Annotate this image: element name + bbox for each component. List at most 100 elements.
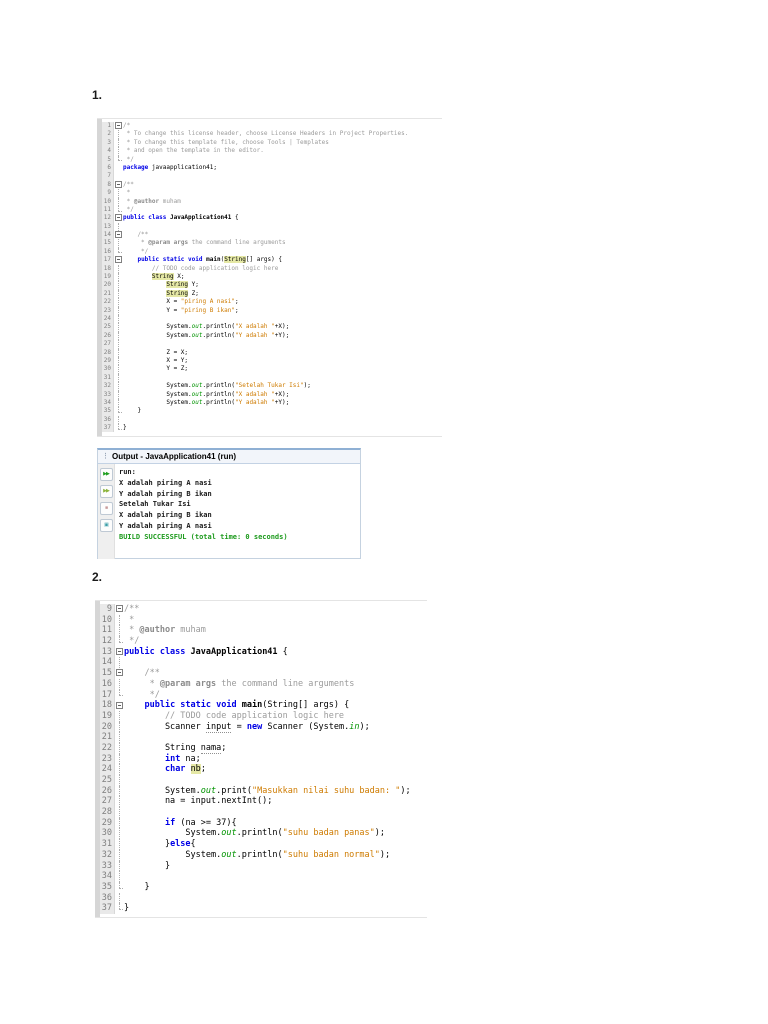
code-line: 9 *	[97, 189, 442, 197]
code-fold-toggle-icon[interactable]	[114, 214, 123, 222]
line-number: 33	[102, 391, 114, 399]
stop-button[interactable]: ■	[100, 502, 113, 515]
line-number: 21	[102, 290, 114, 298]
code-line: 21	[95, 732, 427, 743]
fold-guide	[115, 818, 124, 829]
code-text: /**	[124, 668, 160, 679]
code-fold-toggle-icon[interactable]	[115, 647, 124, 658]
fold-guide	[115, 690, 124, 701]
code-fold-toggle-icon[interactable]	[114, 256, 123, 264]
fold-guide	[115, 775, 124, 786]
code-text: System.out.println("X adalah "+X);	[123, 323, 289, 331]
output-panel-title: Output - JavaApplication41 (run)	[112, 452, 236, 461]
line-number: 2	[102, 130, 114, 138]
fold-guide	[114, 399, 123, 407]
line-number: 23	[100, 754, 115, 765]
code-text: public static void main(String[] args) {	[124, 700, 349, 711]
code-text: *	[123, 189, 130, 197]
code-text: Scanner input = new Scanner (System.in);	[124, 722, 370, 733]
code-line: 13public class JavaApplication41 {	[95, 647, 427, 658]
fold-guide	[115, 743, 124, 754]
code-text: * To change this license header, choose …	[123, 130, 408, 138]
code-line: 28 Z = X;	[97, 349, 442, 357]
fold-guide	[114, 198, 123, 206]
code-text: }	[124, 882, 150, 893]
line-number: 14	[100, 657, 115, 668]
line-number: 5	[102, 156, 114, 164]
line-number: 24	[102, 315, 114, 323]
fold-guide	[115, 732, 124, 743]
code-editor-2[interactable]: 9/**10 *11 * @author muham12 */13public …	[95, 600, 427, 918]
code-line: 29 if (na >= 37){	[95, 818, 427, 829]
line-number: 35	[102, 407, 114, 415]
code-text: */	[123, 156, 134, 164]
code-text: public class JavaApplication41 {	[123, 214, 239, 222]
code-line: 8/**	[97, 181, 442, 189]
line-number: 7	[102, 172, 114, 180]
fold-guide	[115, 764, 124, 775]
fold-guide	[115, 828, 124, 839]
code-fold-toggle-icon[interactable]	[114, 231, 123, 239]
code-text: String Z;	[123, 290, 199, 298]
clear-output-button[interactable]: ▣	[100, 519, 113, 532]
code-fold-toggle-icon[interactable]	[114, 122, 123, 130]
code-text: }else{	[124, 839, 196, 850]
line-number: 32	[102, 382, 114, 390]
code-line: 15 /**	[95, 668, 427, 679]
output-line: Y adalah piring A nasi	[119, 521, 356, 532]
line-number: 31	[102, 374, 114, 382]
line-number: 30	[102, 365, 114, 373]
line-number: 1	[102, 122, 114, 130]
code-editor-1[interactable]: 1/*2 * To change this license header, ch…	[97, 118, 442, 437]
code-line: 34	[95, 871, 427, 882]
output-console[interactable]: run:X adalah piring A nasiY adalah pirin…	[115, 464, 360, 559]
code-line: 27	[97, 340, 442, 348]
fold-guide	[115, 882, 124, 893]
code-line: 35 }	[95, 882, 427, 893]
line-number: 10	[102, 198, 114, 206]
line-number: 29	[100, 818, 115, 829]
code-line: 2 * To change this license header, choos…	[97, 130, 442, 138]
code-line: 31 }else{	[95, 839, 427, 850]
code-text: System.out.println("suhu badan normal");	[124, 850, 390, 861]
fold-guide	[114, 332, 123, 340]
fold-guide	[114, 164, 123, 172]
code-text: * @author muham	[124, 625, 206, 636]
rerun-with-params-button[interactable]: ▶▶	[100, 485, 113, 498]
fold-guide	[115, 615, 124, 626]
line-number: 20	[102, 281, 114, 289]
editor-2-code-area[interactable]: 9/**10 *11 * @author muham12 */13public …	[95, 601, 427, 914]
code-line: 35 }	[97, 407, 442, 415]
code-line: 25	[95, 775, 427, 786]
code-fold-toggle-icon[interactable]	[115, 604, 124, 615]
line-number: 20	[100, 722, 115, 733]
code-text: }	[123, 407, 141, 415]
code-fold-toggle-icon[interactable]	[114, 181, 123, 189]
fold-guide	[114, 349, 123, 357]
code-text: */	[124, 636, 139, 647]
fold-guide	[115, 807, 124, 818]
code-line: 32 System.out.println("suhu badan normal…	[95, 850, 427, 861]
code-fold-toggle-icon[interactable]	[115, 668, 124, 679]
code-line: 11 * @author muham	[95, 625, 427, 636]
line-number: 29	[102, 357, 114, 365]
code-line: 14 /**	[97, 231, 442, 239]
code-line: 27 na = input.nextInt();	[95, 796, 427, 807]
code-text: na = input.nextInt();	[124, 796, 272, 807]
rerun-button[interactable]: ▶▶	[100, 468, 113, 481]
code-line: 23 int na;	[95, 754, 427, 765]
output-toolbar: ▶▶ ▶▶ ■ ▣	[98, 464, 115, 559]
fold-guide	[114, 156, 123, 164]
output-panel: ⋮ Output - JavaApplication41 (run) ▶▶▶▶■…	[97, 448, 361, 559]
code-line: 13	[97, 223, 442, 231]
fold-guide	[115, 796, 124, 807]
line-number: 27	[102, 340, 114, 348]
editor-1-code-area[interactable]: 1/*2 * To change this license header, ch…	[97, 119, 442, 432]
fold-guide	[114, 139, 123, 147]
line-number: 24	[100, 764, 115, 775]
code-line: 30 Y = Z;	[97, 365, 442, 373]
code-text: String X;	[123, 273, 184, 281]
code-fold-toggle-icon[interactable]	[115, 700, 124, 711]
code-line: 19 // TODO code application logic here	[95, 711, 427, 722]
code-line: 5 */	[97, 156, 442, 164]
